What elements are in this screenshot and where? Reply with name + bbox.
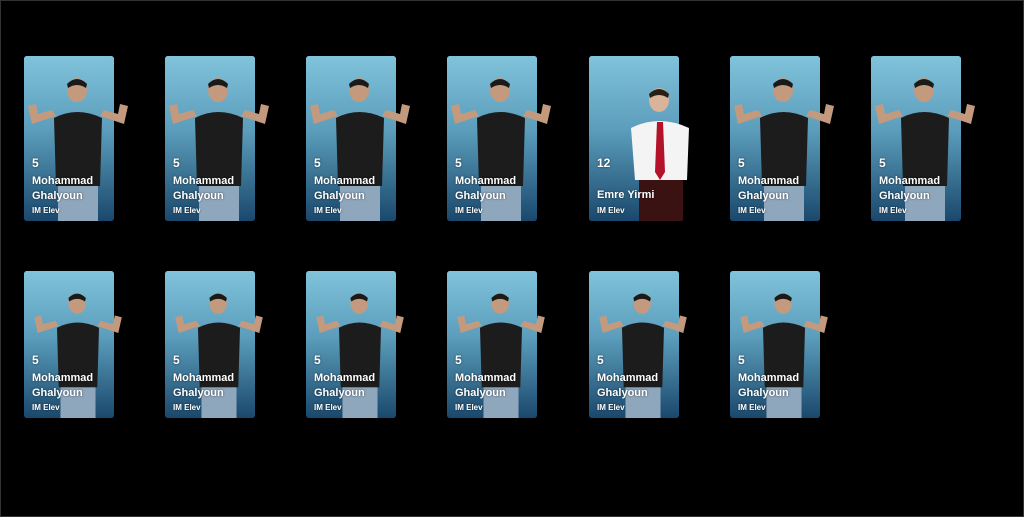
- player-card[interactable]: 5 Mohammad Ghalyoun IM Elev: [730, 56, 834, 221]
- player-name: Mohammad Ghalyoun: [738, 175, 800, 202]
- player-number: 5: [173, 353, 180, 367]
- player-role: IM Elev: [173, 206, 201, 215]
- player-name: Mohammad Ghalyoun: [32, 372, 94, 399]
- player-number: 5: [173, 156, 180, 170]
- player-number: 5: [738, 353, 745, 367]
- player-number: 5: [32, 353, 39, 367]
- player-number: 5: [455, 156, 462, 170]
- player-role: IM Elev: [32, 403, 60, 412]
- player-card[interactable]: 5 Mohammad Ghalyoun IM Elev: [447, 271, 545, 418]
- player-card[interactable]: 5 Mohammad Ghalyoun IM Elev: [730, 271, 828, 418]
- player-role: IM Elev: [173, 403, 201, 412]
- player-card[interactable]: 5 Mohammad Ghalyoun IM Elev: [24, 271, 122, 418]
- player-number: 5: [314, 353, 321, 367]
- player-card[interactable]: 5 Mohammad Ghalyoun IM Elev: [165, 271, 263, 418]
- player-number: 5: [314, 156, 321, 170]
- player-role: IM Elev: [597, 206, 625, 215]
- player-role: IM Elev: [597, 403, 625, 412]
- player-card[interactable]: 5 Mohammad Ghalyoun IM Elev: [24, 56, 128, 221]
- player-role: IM Elev: [455, 206, 483, 215]
- player-card[interactable]: 5 Mohammad Ghalyoun IM Elev: [306, 271, 404, 418]
- player-number: 5: [32, 156, 39, 170]
- player-card[interactable]: 5 Mohammad Ghalyoun IM Elev: [589, 271, 687, 418]
- player-name: Mohammad Ghalyoun: [314, 175, 376, 202]
- player-card[interactable]: 5 Mohammad Ghalyoun IM Elev: [306, 56, 410, 221]
- player-name: Mohammad Ghalyoun: [738, 372, 800, 399]
- player-name: Mohammad Ghalyoun: [455, 175, 517, 202]
- player-name: Mohammad Ghalyoun: [314, 372, 376, 399]
- player-card[interactable]: 5 Mohammad Ghalyoun IM Elev: [447, 56, 551, 221]
- player-number: 5: [879, 156, 886, 170]
- player-name: Emre Yirmi: [597, 189, 655, 201]
- player-number: 5: [455, 353, 462, 367]
- player-number: 5: [597, 353, 604, 367]
- player-name: Mohammad Ghalyoun: [173, 175, 235, 202]
- player-card-grid: 5 Mohammad Ghalyoun IM Elev 5 Mohammad G…: [0, 0, 1024, 517]
- player-role: IM Elev: [455, 403, 483, 412]
- player-name: Mohammad Ghalyoun: [32, 175, 94, 202]
- player-card[interactable]: 5 Mohammad Ghalyoun IM Elev: [871, 56, 975, 221]
- player-card[interactable]: 5 Mohammad Ghalyoun IM Elev: [165, 56, 269, 221]
- player-role: IM Elev: [314, 206, 342, 215]
- player-card[interactable]: 12 Emre Yirmi IM Elev: [589, 56, 689, 221]
- player-role: IM Elev: [314, 403, 342, 412]
- player-role: IM Elev: [32, 206, 60, 215]
- player-role: IM Elev: [879, 206, 907, 215]
- player-name: Mohammad Ghalyoun: [455, 372, 517, 399]
- player-number: 5: [738, 156, 745, 170]
- player-name: Mohammad Ghalyoun: [173, 372, 235, 399]
- player-name: Mohammad Ghalyoun: [879, 175, 941, 202]
- player-name: Mohammad Ghalyoun: [597, 372, 659, 399]
- player-number: 12: [597, 156, 611, 170]
- player-role: IM Elev: [738, 403, 766, 412]
- player-role: IM Elev: [738, 206, 766, 215]
